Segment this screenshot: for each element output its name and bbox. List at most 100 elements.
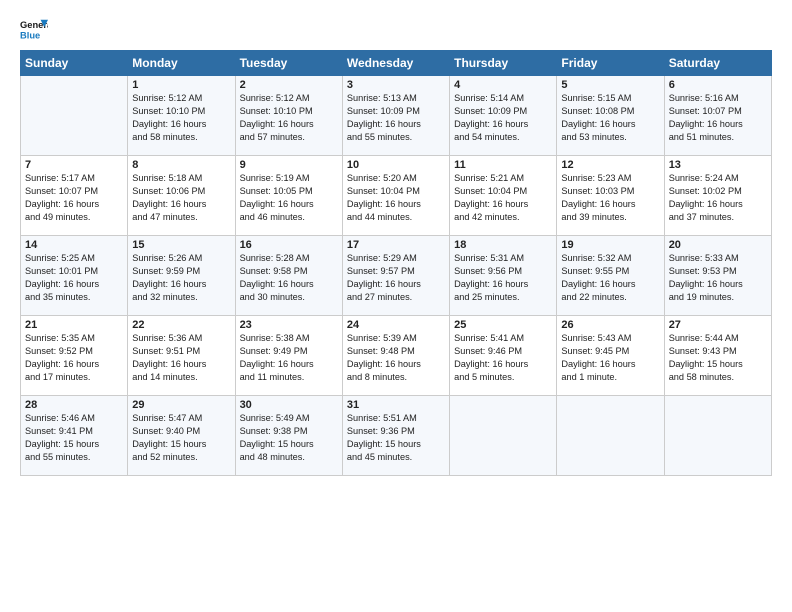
- day-number: 2: [240, 79, 338, 91]
- day-number: 8: [132, 159, 230, 171]
- calendar-cell: 29Sunrise: 5:47 AM Sunset: 9:40 PM Dayli…: [128, 396, 235, 476]
- calendar-table: SundayMondayTuesdayWednesdayThursdayFrid…: [20, 50, 772, 476]
- day-number: 17: [347, 239, 445, 251]
- day-number: 20: [669, 239, 767, 251]
- day-number: 16: [240, 239, 338, 251]
- day-number: 5: [561, 79, 659, 91]
- day-content: Sunrise: 5:15 AM Sunset: 10:08 PM Daylig…: [561, 92, 659, 144]
- day-number: 6: [669, 79, 767, 91]
- col-header-tuesday: Tuesday: [235, 51, 342, 76]
- calendar-cell: [557, 396, 664, 476]
- calendar-cell: 20Sunrise: 5:33 AM Sunset: 9:53 PM Dayli…: [664, 236, 771, 316]
- calendar-cell: 26Sunrise: 5:43 AM Sunset: 9:45 PM Dayli…: [557, 316, 664, 396]
- day-number: 30: [240, 399, 338, 411]
- calendar-cell: 4Sunrise: 5:14 AM Sunset: 10:09 PM Dayli…: [450, 76, 557, 156]
- day-content: Sunrise: 5:18 AM Sunset: 10:06 PM Daylig…: [132, 172, 230, 224]
- day-content: Sunrise: 5:46 AM Sunset: 9:41 PM Dayligh…: [25, 412, 123, 464]
- svg-text:Blue: Blue: [20, 30, 40, 40]
- day-number: 18: [454, 239, 552, 251]
- calendar-cell: 2Sunrise: 5:12 AM Sunset: 10:10 PM Dayli…: [235, 76, 342, 156]
- day-number: 26: [561, 319, 659, 331]
- calendar-cell: 7Sunrise: 5:17 AM Sunset: 10:07 PM Dayli…: [21, 156, 128, 236]
- day-content: Sunrise: 5:19 AM Sunset: 10:05 PM Daylig…: [240, 172, 338, 224]
- day-content: Sunrise: 5:39 AM Sunset: 9:48 PM Dayligh…: [347, 332, 445, 384]
- calendar-cell: 24Sunrise: 5:39 AM Sunset: 9:48 PM Dayli…: [342, 316, 449, 396]
- calendar-cell: 23Sunrise: 5:38 AM Sunset: 9:49 PM Dayli…: [235, 316, 342, 396]
- day-number: 10: [347, 159, 445, 171]
- day-content: Sunrise: 5:49 AM Sunset: 9:38 PM Dayligh…: [240, 412, 338, 464]
- calendar-cell: 30Sunrise: 5:49 AM Sunset: 9:38 PM Dayli…: [235, 396, 342, 476]
- header: General Blue: [20, 16, 772, 44]
- day-content: Sunrise: 5:36 AM Sunset: 9:51 PM Dayligh…: [132, 332, 230, 384]
- day-number: 7: [25, 159, 123, 171]
- calendar-cell: 3Sunrise: 5:13 AM Sunset: 10:09 PM Dayli…: [342, 76, 449, 156]
- day-content: Sunrise: 5:21 AM Sunset: 10:04 PM Daylig…: [454, 172, 552, 224]
- day-number: 12: [561, 159, 659, 171]
- calendar-cell: 6Sunrise: 5:16 AM Sunset: 10:07 PM Dayli…: [664, 76, 771, 156]
- calendar-cell: 9Sunrise: 5:19 AM Sunset: 10:05 PM Dayli…: [235, 156, 342, 236]
- day-number: 13: [669, 159, 767, 171]
- day-number: 29: [132, 399, 230, 411]
- day-number: 15: [132, 239, 230, 251]
- calendar-cell: 17Sunrise: 5:29 AM Sunset: 9:57 PM Dayli…: [342, 236, 449, 316]
- calendar-cell: 27Sunrise: 5:44 AM Sunset: 9:43 PM Dayli…: [664, 316, 771, 396]
- day-content: Sunrise: 5:29 AM Sunset: 9:57 PM Dayligh…: [347, 252, 445, 304]
- day-content: Sunrise: 5:43 AM Sunset: 9:45 PM Dayligh…: [561, 332, 659, 384]
- day-content: Sunrise: 5:31 AM Sunset: 9:56 PM Dayligh…: [454, 252, 552, 304]
- calendar-cell: 15Sunrise: 5:26 AM Sunset: 9:59 PM Dayli…: [128, 236, 235, 316]
- day-number: 9: [240, 159, 338, 171]
- calendar-cell: [450, 396, 557, 476]
- calendar-cell: 12Sunrise: 5:23 AM Sunset: 10:03 PM Dayl…: [557, 156, 664, 236]
- day-content: Sunrise: 5:38 AM Sunset: 9:49 PM Dayligh…: [240, 332, 338, 384]
- day-number: 27: [669, 319, 767, 331]
- calendar-cell: 31Sunrise: 5:51 AM Sunset: 9:36 PM Dayli…: [342, 396, 449, 476]
- page: General Blue SundayMondayTuesdayWednesda…: [0, 0, 792, 486]
- calendar-cell: 28Sunrise: 5:46 AM Sunset: 9:41 PM Dayli…: [21, 396, 128, 476]
- day-content: Sunrise: 5:24 AM Sunset: 10:02 PM Daylig…: [669, 172, 767, 224]
- day-content: Sunrise: 5:16 AM Sunset: 10:07 PM Daylig…: [669, 92, 767, 144]
- calendar-cell: 13Sunrise: 5:24 AM Sunset: 10:02 PM Dayl…: [664, 156, 771, 236]
- calendar-cell: 22Sunrise: 5:36 AM Sunset: 9:51 PM Dayli…: [128, 316, 235, 396]
- day-content: Sunrise: 5:20 AM Sunset: 10:04 PM Daylig…: [347, 172, 445, 224]
- col-header-thursday: Thursday: [450, 51, 557, 76]
- day-content: Sunrise: 5:41 AM Sunset: 9:46 PM Dayligh…: [454, 332, 552, 384]
- day-content: Sunrise: 5:28 AM Sunset: 9:58 PM Dayligh…: [240, 252, 338, 304]
- week-row-3: 14Sunrise: 5:25 AM Sunset: 10:01 PM Dayl…: [21, 236, 772, 316]
- calendar-cell: 11Sunrise: 5:21 AM Sunset: 10:04 PM Dayl…: [450, 156, 557, 236]
- day-content: Sunrise: 5:33 AM Sunset: 9:53 PM Dayligh…: [669, 252, 767, 304]
- day-number: 3: [347, 79, 445, 91]
- calendar-cell: 25Sunrise: 5:41 AM Sunset: 9:46 PM Dayli…: [450, 316, 557, 396]
- calendar-cell: 18Sunrise: 5:31 AM Sunset: 9:56 PM Dayli…: [450, 236, 557, 316]
- calendar-cell: [21, 76, 128, 156]
- day-number: 4: [454, 79, 552, 91]
- col-header-sunday: Sunday: [21, 51, 128, 76]
- calendar-cell: 1Sunrise: 5:12 AM Sunset: 10:10 PM Dayli…: [128, 76, 235, 156]
- day-number: 22: [132, 319, 230, 331]
- week-row-5: 28Sunrise: 5:46 AM Sunset: 9:41 PM Dayli…: [21, 396, 772, 476]
- day-number: 23: [240, 319, 338, 331]
- day-content: Sunrise: 5:12 AM Sunset: 10:10 PM Daylig…: [240, 92, 338, 144]
- calendar-cell: 14Sunrise: 5:25 AM Sunset: 10:01 PM Dayl…: [21, 236, 128, 316]
- day-content: Sunrise: 5:23 AM Sunset: 10:03 PM Daylig…: [561, 172, 659, 224]
- day-number: 14: [25, 239, 123, 251]
- col-header-friday: Friday: [557, 51, 664, 76]
- day-content: Sunrise: 5:35 AM Sunset: 9:52 PM Dayligh…: [25, 332, 123, 384]
- day-content: Sunrise: 5:25 AM Sunset: 10:01 PM Daylig…: [25, 252, 123, 304]
- week-row-2: 7Sunrise: 5:17 AM Sunset: 10:07 PM Dayli…: [21, 156, 772, 236]
- week-row-1: 1 Sunrise: 5:12 AM Sunset: 10:10 PM Dayli…: [21, 76, 772, 156]
- day-content: Sunrise: 5:13 AM Sunset: 10:09 PM Daylig…: [347, 92, 445, 144]
- day-number: 1: [132, 79, 230, 91]
- logo-icon: General Blue: [20, 16, 48, 44]
- calendar-cell: 16Sunrise: 5:28 AM Sunset: 9:58 PM Dayli…: [235, 236, 342, 316]
- day-content: Sunrise: 5:51 AM Sunset: 9:36 PM Dayligh…: [347, 412, 445, 464]
- calendar-cell: 5Sunrise: 5:15 AM Sunset: 10:08 PM Dayli…: [557, 76, 664, 156]
- calendar-cell: 8Sunrise: 5:18 AM Sunset: 10:06 PM Dayli…: [128, 156, 235, 236]
- day-content: Sunrise: 5:47 AM Sunset: 9:40 PM Dayligh…: [132, 412, 230, 464]
- day-content: Sunrise: 5:14 AM Sunset: 10:09 PM Daylig…: [454, 92, 552, 144]
- logo: General Blue: [20, 16, 52, 44]
- day-content: Sunrise: 5:26 AM Sunset: 9:59 PM Dayligh…: [132, 252, 230, 304]
- day-number: 11: [454, 159, 552, 171]
- day-number: 28: [25, 399, 123, 411]
- day-number: 31: [347, 399, 445, 411]
- calendar-cell: 10Sunrise: 5:20 AM Sunset: 10:04 PM Dayl…: [342, 156, 449, 236]
